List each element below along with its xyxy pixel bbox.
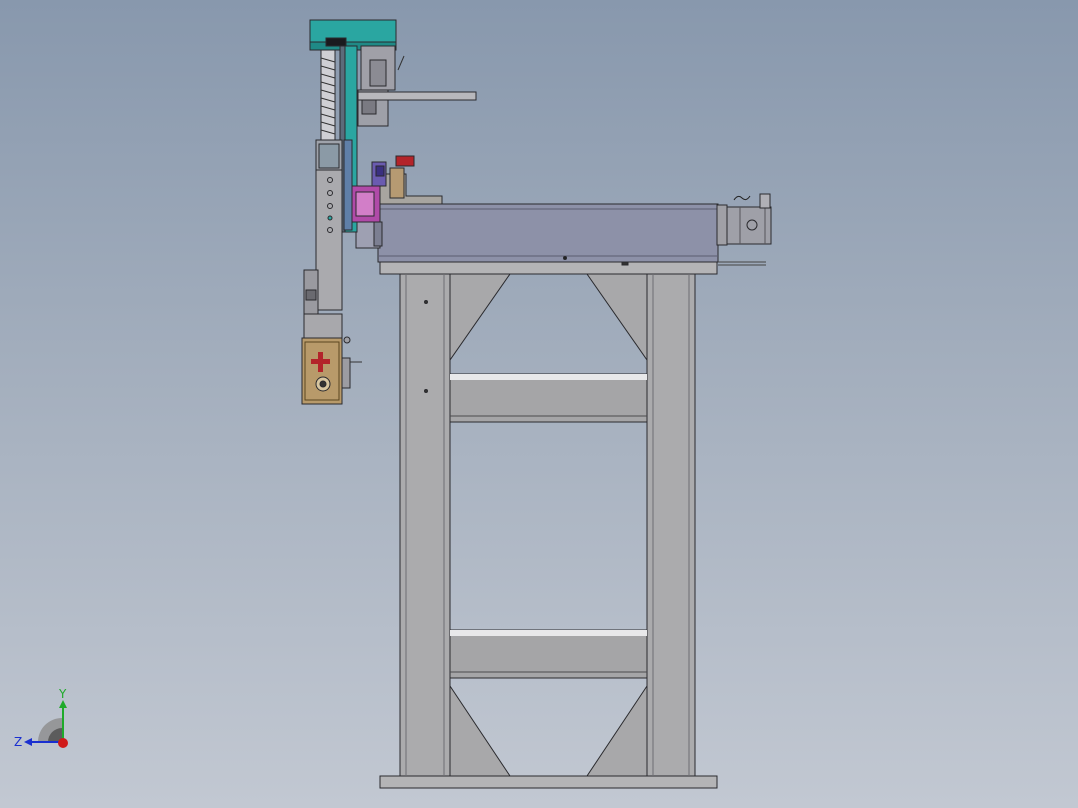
frame-left-leg (399, 273, 451, 777)
z-axis-label: Z (14, 735, 22, 749)
frame-upper-crossbeam (449, 373, 648, 423)
housing-body (377, 203, 719, 263)
y-axis-label: Y (58, 687, 67, 701)
upper-extension-arm (357, 91, 477, 101)
frame-right-leg (646, 273, 696, 777)
motor-flange (716, 204, 728, 246)
frame-gusset-top-right (586, 273, 648, 362)
frame-gusset-bottom-left (449, 684, 511, 777)
frame-top-plate (379, 261, 718, 275)
motor-body (726, 206, 772, 245)
frame-gusset-top-left (449, 273, 511, 362)
servo-motor (716, 193, 772, 246)
cad-viewport[interactable]: Y Z (0, 0, 1078, 808)
support-frame (379, 261, 718, 789)
ball-screw (320, 49, 336, 141)
red-limit-switch (395, 155, 415, 167)
frame-gusset-bottom-right (586, 684, 648, 777)
frame-base-plate (379, 775, 718, 789)
frame-lower-crossbeam (449, 629, 648, 679)
machine-drawing: Y Z (14, 19, 772, 789)
horizontal-axis-housing (355, 167, 766, 266)
coordinate-triad: Y Z (14, 687, 68, 749)
x-axis-dot (58, 738, 68, 748)
